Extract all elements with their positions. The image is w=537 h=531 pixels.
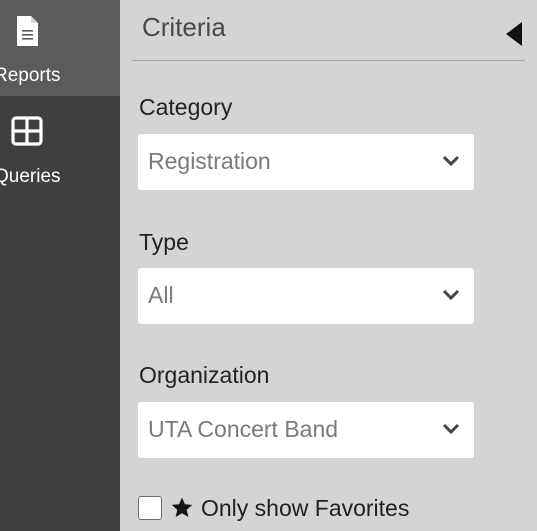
nav-label-reports: Reports bbox=[0, 65, 61, 86]
title-divider bbox=[132, 60, 525, 61]
favorites-filter: Only show Favorites bbox=[138, 495, 518, 526]
favorites-checkbox[interactable] bbox=[138, 496, 162, 520]
nav-item-reports[interactable]: Reports bbox=[0, 0, 120, 96]
chevron-down-icon bbox=[442, 423, 460, 435]
nav-label-queries: Queries bbox=[0, 166, 61, 187]
type-select[interactable]: All bbox=[138, 268, 474, 324]
collapse-arrow-icon[interactable] bbox=[504, 20, 524, 48]
type-label: Type bbox=[139, 229, 189, 255]
organization-label: Organization bbox=[139, 362, 270, 388]
document-icon bbox=[17, 16, 38, 46]
criteria-panel: Criteria Category Registration Type All … bbox=[120, 0, 537, 531]
panel-title: Criteria bbox=[142, 12, 226, 42]
nav-item-queries[interactable]: Queries bbox=[0, 96, 120, 196]
category-select[interactable]: Registration bbox=[138, 134, 474, 190]
star-icon bbox=[171, 497, 193, 517]
type-select-value: All bbox=[148, 282, 174, 308]
category-label: Category bbox=[139, 94, 233, 120]
chevron-down-icon bbox=[442, 289, 460, 301]
grid-icon bbox=[11, 116, 43, 146]
chevron-down-icon bbox=[442, 155, 460, 167]
favorites-label[interactable]: Only show Favorites bbox=[201, 495, 409, 522]
organization-select-value: UTA Concert Band bbox=[148, 416, 339, 442]
app-window: Reports Queries Criteria Category Regist… bbox=[0, 0, 537, 531]
left-nav: Reports Queries bbox=[0, 0, 120, 531]
organization-select[interactable]: UTA Concert Band bbox=[138, 402, 474, 458]
category-select-value: Registration bbox=[148, 148, 271, 174]
